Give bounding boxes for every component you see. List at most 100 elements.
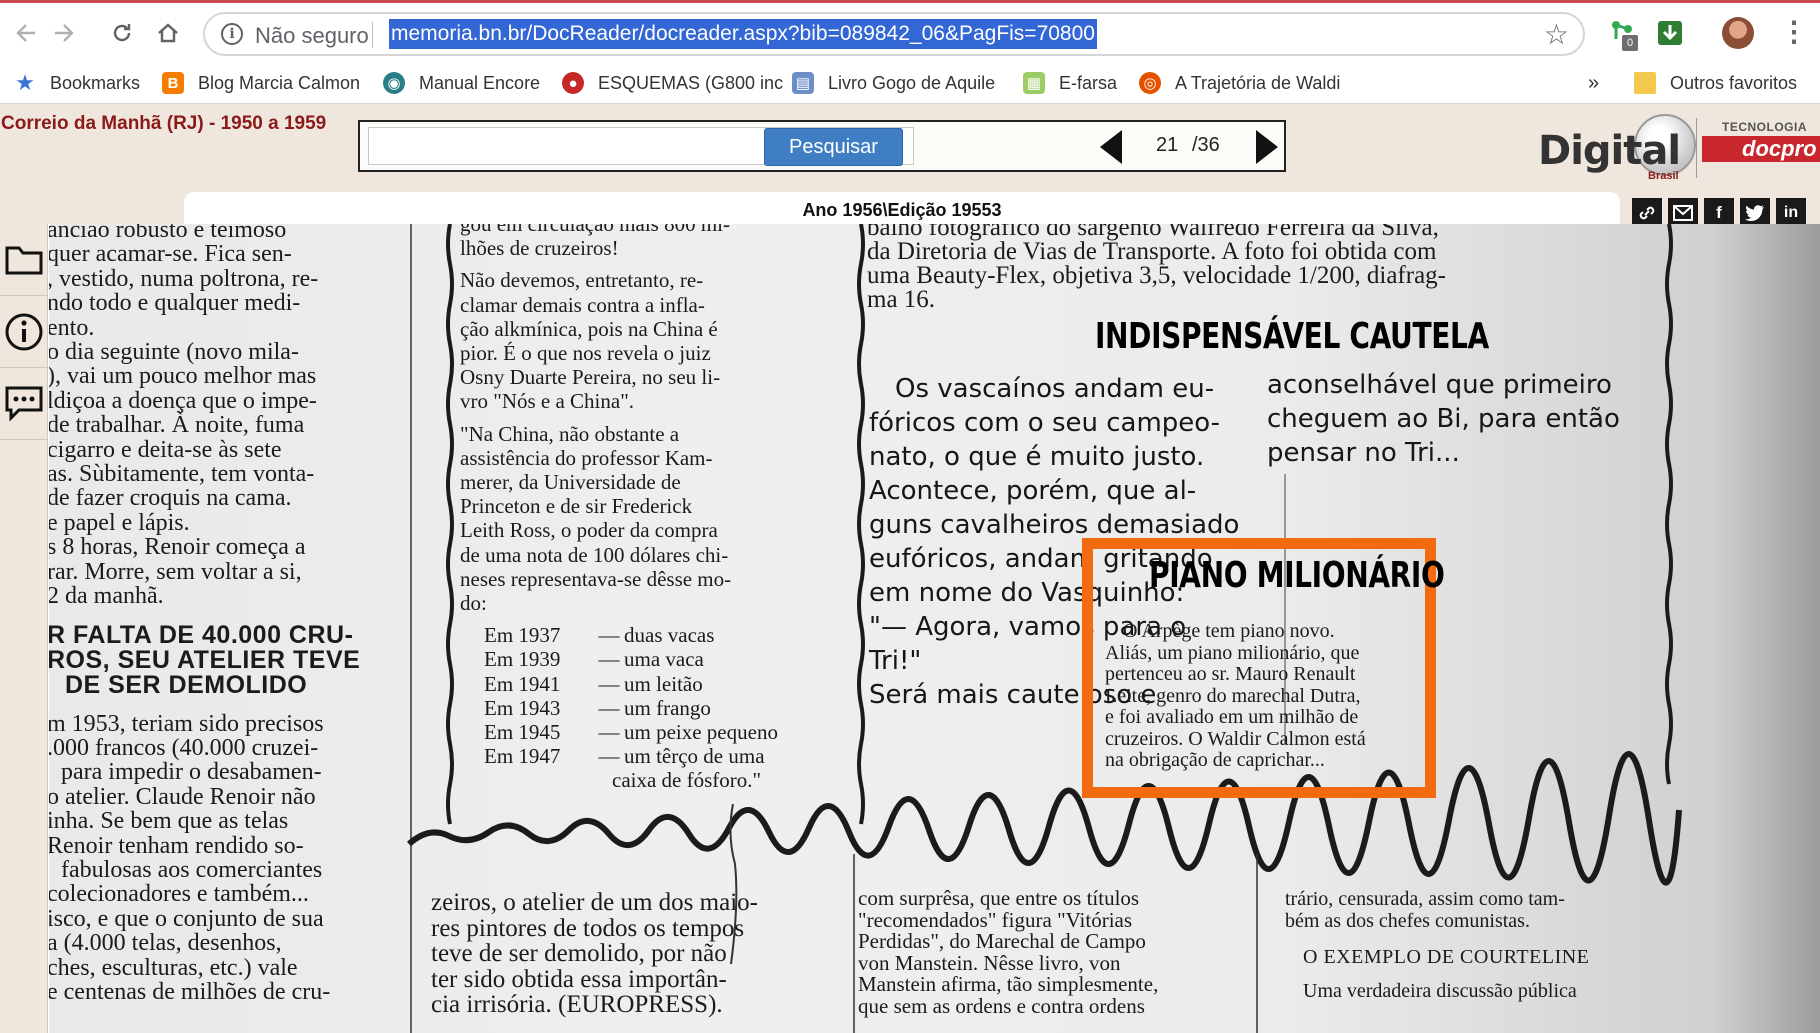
bookmark-trajetoria[interactable]: ◎ A Trajetória de Waldi bbox=[1139, 70, 1340, 96]
ladybug-icon: ● bbox=[562, 72, 584, 94]
address-separator bbox=[372, 22, 373, 48]
text-line: do: bbox=[460, 591, 487, 616]
bottom-column-2: zeiros, o atelier de um dos maio- res pi… bbox=[431, 890, 758, 1018]
text-line: a (4.000 telas, desenhos, bbox=[49, 930, 282, 957]
text-line: de uma nota de 100 dólares chi- bbox=[460, 542, 729, 567]
text-line: e foi avaliado em um milhão de bbox=[1105, 706, 1359, 728]
text-line: 2 da manhã. bbox=[49, 583, 164, 610]
profile-avatar[interactable] bbox=[1722, 17, 1754, 49]
previous-page-arrow-icon[interactable] bbox=[1100, 130, 1122, 164]
next-page-arrow-icon[interactable] bbox=[1256, 130, 1278, 164]
bottom-column-4: trário, censurada, assim como tam- bém a… bbox=[1285, 888, 1589, 1002]
bookmark-label: Outros favoritos bbox=[1670, 72, 1798, 93]
bookmark-bookmarks[interactable]: ★ Bookmarks bbox=[14, 70, 140, 96]
text-line: ção alkmínica, pois na China é bbox=[460, 316, 718, 341]
bookmark-label: ESQUEMAS (G800 inc bbox=[598, 72, 784, 93]
bookmark-label: Livro Gogo de Aquile bbox=[828, 72, 996, 93]
piano-article-text: O Arpège tem piano novo. Aliás, um piano… bbox=[1105, 620, 1366, 772]
bookmark-livro-gogo[interactable]: ▤ Livro Gogo de Aquile bbox=[792, 70, 995, 96]
folder-icon bbox=[5, 246, 43, 274]
list-item: Em 1939 — uma vaca bbox=[484, 647, 864, 671]
comments-tool-button[interactable] bbox=[0, 368, 48, 440]
text-line: rar. Morre, sem voltar a si, bbox=[49, 558, 302, 585]
globe-icon: ◉ bbox=[383, 72, 405, 94]
text-line: ), vai um pouco melhor mas bbox=[49, 363, 317, 390]
text-line: Uma verdadeira discussão pública bbox=[1303, 980, 1577, 1002]
bookmark-label: E-farsa bbox=[1059, 72, 1118, 93]
home-button[interactable] bbox=[152, 17, 184, 49]
bookmark-blog-marcia-calmon[interactable]: B Blog Marcia Calmon bbox=[162, 70, 360, 96]
info-icon[interactable]: i bbox=[221, 23, 243, 45]
text-line: Osny Duarte Pereira, no seu li- bbox=[460, 365, 721, 390]
bookmark-manual-encore[interactable]: ◉ Manual Encore bbox=[383, 70, 540, 96]
text-line: quer acamar-se. Fica sen- bbox=[49, 241, 292, 268]
bookmark-esquemas[interactable]: ● ESQUEMAS (G800 inc bbox=[562, 70, 783, 96]
text-line: Manstein afirma, tão simplesmente, bbox=[858, 972, 1159, 997]
text-line: ter sido obtida essa importân- bbox=[431, 965, 727, 993]
text-line: .000 francos (40.000 cruzei- bbox=[49, 734, 319, 761]
text-line: para impedir o desabamen- bbox=[61, 759, 322, 786]
newspaper-page-image[interactable]: ancião robusto e teimoso quer acamar-se.… bbox=[49, 224, 1820, 1033]
text-line: Acontece, porém, que al- bbox=[869, 476, 1197, 506]
text-line: ma 16. bbox=[867, 286, 936, 313]
e-farsa-icon: ▦ bbox=[1023, 72, 1045, 94]
bookmark-e-farsa[interactable]: ▦ E-farsa bbox=[1023, 70, 1117, 96]
page-number-input[interactable]: 21 bbox=[1156, 134, 1178, 157]
address-bar[interactable]: i Não seguro memoria.bn.br/DocReader/doc… bbox=[203, 12, 1585, 56]
bookmarks-overflow-button[interactable]: » bbox=[1588, 70, 1599, 96]
text-line: isco, e que o conjunto de sua bbox=[49, 905, 324, 932]
text-line: de fazer croquis na cama. bbox=[49, 485, 292, 512]
headline-piano-milionario: PIANO MILIONÁRIO bbox=[1149, 555, 1445, 596]
text-line: "recomendados" figura "Vitórias bbox=[858, 907, 1133, 932]
list-item: Em 1941 — um leitão bbox=[484, 672, 864, 696]
text-line: gou em circulação mais 800 mi- bbox=[460, 224, 730, 236]
list-dash: — bbox=[598, 647, 620, 672]
text-line: na obrigação de caprichar... bbox=[1105, 749, 1325, 771]
text-line: Aliás, um piano milionário, que bbox=[1105, 641, 1360, 664]
text-line: , vestido, numa poltrona, re- bbox=[49, 265, 319, 292]
bookmark-star-icon[interactable]: ☆ bbox=[1544, 18, 1569, 51]
text-line: ndo todo e qualquer medi- bbox=[49, 290, 301, 317]
list-tail: caixa de fósforo." bbox=[612, 768, 762, 793]
text-line: nato, o que é muito justo. bbox=[869, 442, 1205, 472]
text-line: assistência do professor Kam- bbox=[460, 445, 713, 470]
text-line: Perdidas", do Marechal de Campo bbox=[858, 929, 1146, 954]
text-line: pertenceu ao sr. Mauro Renault bbox=[1105, 663, 1356, 685]
extension-button[interactable]: 0 bbox=[1608, 19, 1638, 51]
text-line: que sem as ordens e contra ordens bbox=[858, 993, 1145, 1018]
section-heading: ROS, SEU ATELIER TEVE bbox=[49, 645, 361, 674]
text-line: da Diretoria de Vias de Transporte. A fo… bbox=[867, 238, 1437, 265]
info-tool-button[interactable] bbox=[0, 296, 48, 368]
list-item: Em 1943 — um frango bbox=[484, 696, 864, 720]
logo-sub: Brasil bbox=[1648, 170, 1679, 182]
menu-kebab-icon[interactable]: ⋮ bbox=[1780, 15, 1808, 49]
download-extension-button[interactable] bbox=[1656, 19, 1686, 49]
search-and-pagination-bar: Pesquisar 21 /36 bbox=[358, 120, 1286, 172]
headline-indispensavel-cautela: INDISPENSÁVEL CAUTELA bbox=[1095, 316, 1489, 357]
text-line: e centenas de milhões de cru- bbox=[49, 978, 331, 1005]
list-year: Em 1941 bbox=[484, 671, 561, 696]
forward-arrow-icon bbox=[55, 24, 74, 42]
back-button[interactable] bbox=[10, 17, 42, 49]
overflow-chevron-icon: » bbox=[1588, 71, 1600, 94]
reload-button[interactable] bbox=[106, 17, 138, 49]
text-line: com surprêsa, que entre os títulos bbox=[858, 886, 1140, 910]
collection-title: Correio da Manhã (RJ) - 1950 a 1959 bbox=[1, 113, 327, 134]
text-line: "Na China, não obstante a bbox=[460, 421, 680, 446]
list-year: Em 1943 bbox=[484, 695, 561, 720]
list-dash: — bbox=[598, 744, 620, 769]
text-line: zeiros, o atelier de um dos maio- bbox=[431, 889, 758, 916]
other-bookmarks-folder[interactable]: Outros favoritos bbox=[1634, 70, 1797, 96]
list-year: Em 1945 bbox=[484, 720, 561, 745]
circle-logo-icon: ◎ bbox=[1139, 72, 1161, 94]
bottom-column-3: com surprêsa, que entre os títulos "reco… bbox=[858, 886, 1159, 1018]
text-line: guns cavalheiros demasiado bbox=[869, 510, 1240, 540]
search-button[interactable]: Pesquisar bbox=[764, 128, 903, 166]
section-heading: DE SER DEMOLIDO bbox=[65, 670, 308, 699]
url-text[interactable]: memoria.bn.br/DocReader/docreader.aspx?b… bbox=[389, 19, 1097, 49]
bookmark-label: Manual Encore bbox=[419, 72, 541, 93]
forward-button[interactable] bbox=[48, 17, 80, 49]
text-line: de trabalhar. À noite, fuma bbox=[49, 412, 305, 439]
text-line: Os vascaínos andam eu- bbox=[895, 374, 1215, 404]
folder-tool-button[interactable] bbox=[0, 224, 48, 296]
